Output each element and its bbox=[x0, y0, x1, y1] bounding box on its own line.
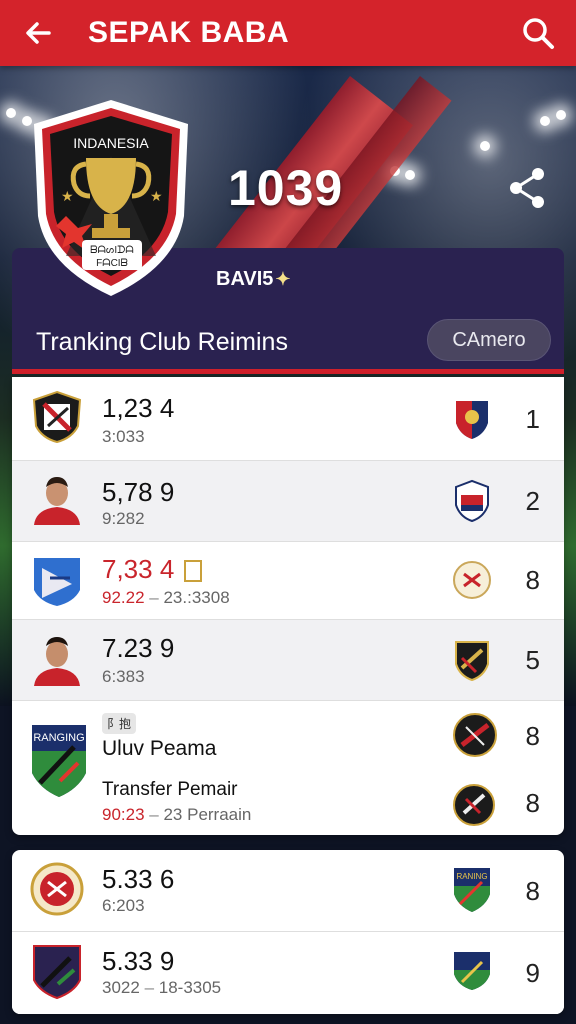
row-rank: 2 bbox=[525, 486, 540, 516]
transfer-subvalue-red: 90:23 bbox=[102, 805, 145, 824]
club-badge-icon bbox=[33, 945, 81, 1000]
table-row[interactable]: 7,33 4 92.22 – 23.:3308 8 bbox=[12, 542, 564, 620]
row-subvalue-extra: 23.:3308 bbox=[163, 588, 230, 607]
svg-text:★: ★ bbox=[61, 188, 74, 204]
row-subvalue: 9:282 bbox=[102, 509, 145, 528]
badge-label: RANING bbox=[456, 872, 487, 881]
ranging-badge-icon: RANGING bbox=[32, 725, 86, 797]
row-rank: 1 bbox=[525, 404, 540, 434]
club-badge-icon bbox=[453, 713, 497, 757]
share-button[interactable] bbox=[508, 166, 548, 210]
club-badge-icon bbox=[453, 561, 491, 599]
transfer-title: Transfer Pemair bbox=[102, 779, 238, 800]
row-subvalue: 92.22 – 23.:3308 bbox=[102, 588, 230, 607]
row-rank: 8 bbox=[525, 565, 540, 595]
player-avatar bbox=[34, 477, 80, 525]
search-button[interactable] bbox=[518, 13, 558, 53]
club-badge-icon: RANING bbox=[454, 868, 490, 912]
club-badge-icon bbox=[455, 641, 489, 682]
club-badge-icon bbox=[454, 952, 490, 990]
player-name: Uluv Peama bbox=[102, 737, 217, 760]
club-badge-icon bbox=[34, 558, 80, 606]
ranging-badge-label: RANGING bbox=[33, 732, 84, 744]
club-badge-icon bbox=[32, 390, 82, 444]
club-score: 1039 bbox=[228, 160, 344, 216]
club-badge-icon bbox=[30, 862, 84, 916]
table-row[interactable]: 5.33 6 6:203 RANING 8 bbox=[12, 850, 564, 932]
row-value: 7.23 9 bbox=[102, 633, 175, 663]
app-bar: SEPAK BABA bbox=[0, 0, 576, 66]
row-rank: 8 bbox=[525, 788, 540, 818]
ranking-list-secondary: 5.33 6 6:203 RANING 8 5.33 9 3022 – 18-3… bbox=[12, 850, 564, 1014]
club-badge: INDANESIA ᗷᗩᔕIᗪᗩ FᗩCIᗷ ★ ★ bbox=[26, 96, 196, 301]
svg-text:★: ★ bbox=[150, 188, 163, 204]
transfer-subvalue-extra: 23 Perraain bbox=[163, 805, 252, 824]
badge-subcaption: FᗩCIᗷ bbox=[96, 258, 128, 269]
club-flag-icon bbox=[183, 560, 202, 583]
row-value: 5.33 6 bbox=[102, 864, 175, 894]
row-rank: 8 bbox=[525, 876, 540, 906]
back-button[interactable] bbox=[18, 13, 58, 53]
row-subvalue: 3022 – 18-3305 bbox=[102, 978, 222, 997]
badge-title: INDANESIA bbox=[73, 135, 149, 151]
row-value: 7,33 4 bbox=[102, 554, 202, 585]
row-rank: 8 bbox=[525, 721, 540, 751]
row-subvalue: 6:383 bbox=[102, 667, 145, 686]
player-avatar bbox=[34, 637, 80, 686]
sparkle-icon: ✦ bbox=[275, 269, 291, 289]
table-row[interactable]: 5.33 9 3022 – 18-3305 9 bbox=[12, 932, 564, 1014]
table-row[interactable]: 5,78 9 9:282 2 bbox=[12, 461, 564, 542]
row-subvalue-extra: 18-3305 bbox=[158, 978, 222, 997]
row-value: 5.33 9 bbox=[102, 946, 175, 976]
row-value: 5,78 9 bbox=[102, 477, 175, 507]
row-value-text: 7,33 4 bbox=[102, 554, 175, 584]
ranking-list: 1,23 4 3:033 1 5,78 9 9:282 2 7,33 4 92.… bbox=[12, 377, 564, 835]
table-row[interactable]: 1,23 4 3:033 1 bbox=[12, 377, 564, 461]
search-icon bbox=[523, 18, 554, 49]
badge-caption: ᗷᗩᔕIᗪᗩ bbox=[90, 245, 133, 256]
transfer-row[interactable]: RANGING 阝抱 Uluv Peama Transfer Pemair 90… bbox=[12, 701, 564, 835]
category-tag: 阝抱 bbox=[102, 713, 137, 734]
panel-subtitle: BAVI5 ✦ bbox=[216, 268, 291, 291]
ranking-heading: Tranking Club Reimins bbox=[36, 328, 288, 356]
share-icon bbox=[510, 168, 544, 208]
app-title: SEPAK BABA bbox=[88, 16, 290, 49]
filter-button[interactable]: CAmero bbox=[427, 319, 551, 361]
row-rank: 9 bbox=[525, 958, 540, 988]
row-value: 1,23 4 bbox=[102, 393, 175, 423]
panel-subtitle-text: BAVI5 bbox=[216, 268, 274, 290]
row-subvalue: 3:033 bbox=[102, 427, 145, 446]
transfer-subvalue: 90:23 – 23 Perraain bbox=[102, 805, 252, 824]
row-rank: 5 bbox=[525, 645, 540, 675]
club-badge-icon bbox=[453, 784, 495, 826]
club-badge-icon bbox=[455, 479, 489, 523]
club-badge-icon bbox=[456, 401, 488, 439]
table-row[interactable]: 7.23 9 6:383 5 bbox=[12, 620, 564, 701]
row-subvalue-red: 92.22 bbox=[102, 588, 145, 607]
row-subvalue-text: 3022 bbox=[102, 978, 140, 997]
arrow-left-icon bbox=[26, 22, 51, 44]
trophy-shield-icon: INDANESIA ᗷᗩᔕIᗪᗩ FᗩCIᗷ ★ ★ bbox=[34, 100, 188, 296]
row-subvalue: 6:203 bbox=[102, 896, 145, 915]
